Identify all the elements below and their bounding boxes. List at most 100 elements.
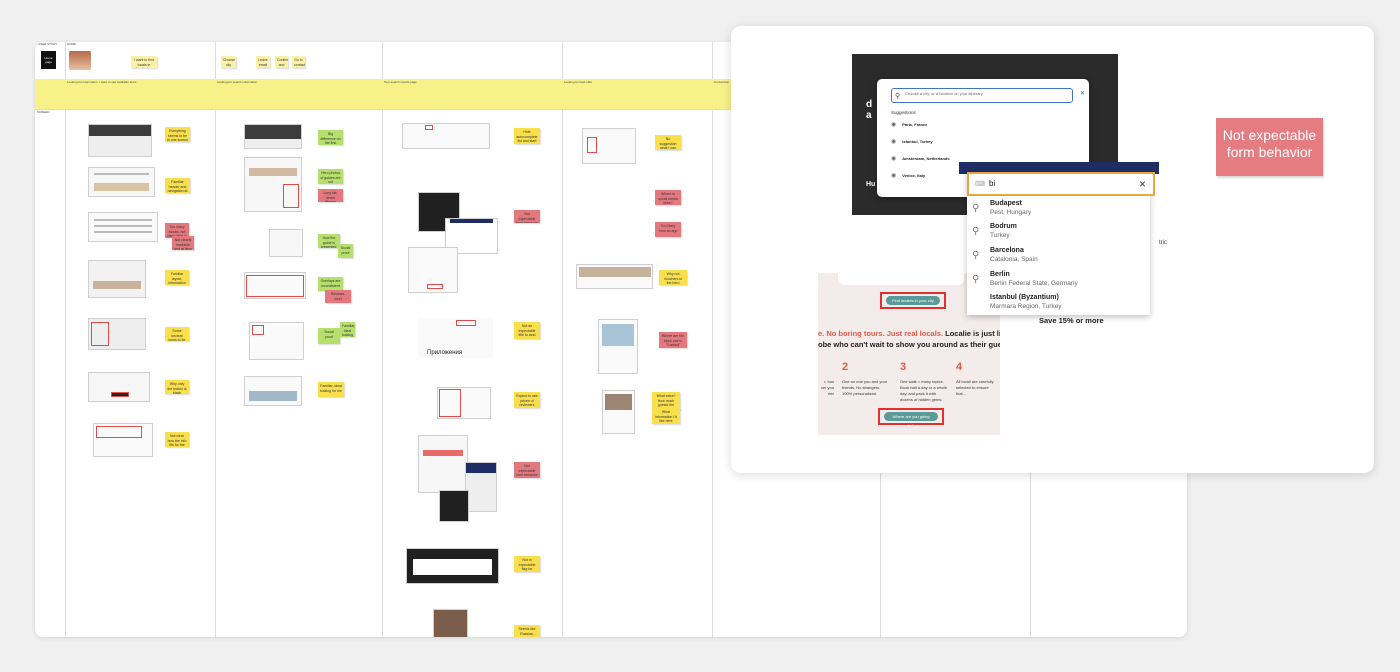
screenshot-thumb xyxy=(88,372,150,402)
sticky-note: Social proof xyxy=(318,328,340,344)
screenshot-thumb xyxy=(88,318,146,350)
sticky-note: Familiar, ideal looking for me xyxy=(340,322,355,337)
suggestion-item[interactable]: ◉ Istanbul, Turkey xyxy=(891,138,1071,150)
tagline: e. No boring tours. Just real locals. Lo… xyxy=(818,329,1000,338)
sticky-note-not-expectable: Not expectable form behavior xyxy=(1216,118,1323,176)
row-label: SCREEN xyxy=(37,110,50,114)
sticky-note: Not expectable form behavior xyxy=(514,210,540,223)
step-description: r, bus ver you rter xyxy=(820,379,834,396)
sticky-note: I want to find locals in Amsterdam xyxy=(131,56,157,68)
column-divider xyxy=(712,42,713,637)
search-icon: ⚲ xyxy=(895,93,901,100)
screenshot-thumb xyxy=(598,319,638,374)
typed-query: bi xyxy=(989,179,996,188)
sticky-note: Why not Vouchers to the hero recommendat… xyxy=(659,270,687,285)
step-number: 3 xyxy=(900,361,907,373)
stage-text: Looking for search information xyxy=(217,80,258,84)
city-search-input[interactable]: ⚲ Choose a city, or a location on your i… xyxy=(891,88,1073,103)
language-label: Приложения xyxy=(427,350,463,356)
stage-text: Looking for information, I want to see a… xyxy=(67,80,137,84)
screenshot-thumb xyxy=(244,157,302,212)
location-pin-icon: ◉ xyxy=(891,122,897,128)
close-icon[interactable]: ✕ xyxy=(1080,90,1085,97)
avatar xyxy=(69,51,91,70)
autocomplete-item[interactable]: ⚲ Berlin Berlin Federal State, Germany xyxy=(972,271,1147,291)
column-divider xyxy=(382,42,383,637)
screenshot-thumb xyxy=(93,423,153,457)
sticky-note: Social proof xyxy=(338,244,353,258)
screenshot-thumb xyxy=(269,229,303,257)
suggestion-item[interactable]: ◉ Paris, France xyxy=(891,121,1071,133)
location-pin-icon: ⚲ xyxy=(972,203,980,214)
location-pin-icon: ⚲ xyxy=(972,274,980,285)
screenshot-thumb xyxy=(576,264,653,289)
column-divider xyxy=(562,42,563,637)
sticky-note: Choose city xyxy=(221,56,236,68)
destination-input[interactable]: ⌨ bi × xyxy=(967,172,1155,196)
header-label: HOME xyxy=(67,42,76,46)
sticky-note: What information I'd like here xyxy=(652,408,680,424)
zoom-panel: d a Hu ⚲ Choose a city, or a location on… xyxy=(731,26,1374,473)
save-offer-text: Save 15% or more xyxy=(1039,316,1104,325)
location-pin-icon: ⚲ xyxy=(972,250,980,261)
sticky-note: Expect to see prices of reviewers xyxy=(514,392,540,408)
sticky-note: Not clearly readable text at hero xyxy=(172,236,194,250)
screenshot-thumb xyxy=(88,212,158,242)
location-pin-icon: ◉ xyxy=(891,173,897,179)
screenshot-thumb xyxy=(249,322,304,360)
clear-icon[interactable]: × xyxy=(1139,177,1146,191)
sticky-note: Not an expectable title to land xyxy=(514,322,540,339)
screenshot-thumb xyxy=(88,124,152,157)
location-pin-icon: ◉ xyxy=(891,139,897,145)
column-divider xyxy=(65,42,66,637)
side-text-fragment: tric xyxy=(1159,240,1167,246)
sticky-note: No suggestion what I can find before xyxy=(655,135,681,150)
screenshot-thumb xyxy=(244,272,306,299)
sticky-note: Hero photos of guides are not consistent xyxy=(318,169,343,184)
sticky-note: Why only the button is black xyxy=(165,380,189,394)
sticky-note: Everything seems to be in one screen xyxy=(165,127,190,142)
sticky-note: Not clear how the info fits for the inte… xyxy=(165,432,189,447)
sticky-note: Leave email xyxy=(256,56,270,68)
screenshot-thumb xyxy=(602,390,635,434)
sticky-note: Confirm and pay xyxy=(275,56,288,68)
sticky-note: Reviews, nice! xyxy=(325,290,351,303)
step-number: 2 xyxy=(842,361,849,373)
autocomplete-item[interactable]: Istanbul (Byzantium) Marmara Region, Turk… xyxy=(972,294,1147,314)
screenshot-thumb xyxy=(465,462,497,512)
sticky-note: Some unclear icons to be selected xyxy=(165,327,189,341)
screenshot-thumb xyxy=(418,435,468,493)
step-description: All locali are carefully selected to ens… xyxy=(956,379,994,396)
find-locales-button[interactable]: Find locales in your city xyxy=(880,292,946,309)
location-pin-icon: ⚲ xyxy=(972,226,980,237)
autocomplete-item[interactable]: ⚲ Barcelona Catalonia, Spain xyxy=(972,247,1147,267)
keyboard-icon: ⌨ xyxy=(975,181,986,188)
step-number: 4 xyxy=(956,361,963,373)
sticky-note: Familiar layout, information is easy to … xyxy=(165,270,189,285)
screenshot-thumb xyxy=(439,490,469,522)
sticky-note: Not to expectable flag for Russian xyxy=(514,556,540,572)
sticky-note: Seems like Russian, wrong! xyxy=(514,625,540,637)
where-going-button[interactable]: Where are you going to? xyxy=(878,408,944,428)
sticky-note: Hide autocomplete list and start with da… xyxy=(514,128,540,144)
screenshot-thumb xyxy=(437,387,491,419)
step-description: One on one you and your friends. No stra… xyxy=(842,379,888,396)
sticky-note: Too likely from an app xyxy=(655,222,681,237)
header-label: USER STORY xyxy=(38,42,58,46)
screenshot-thumb xyxy=(406,548,499,584)
autocomplete-item[interactable]: ⚲ Bodrum Turkey xyxy=(972,223,1147,243)
sticky-note: Where is social media links? xyxy=(655,190,681,205)
sticky-note: Long list, needs filtering xyxy=(318,189,343,202)
autocomplete-item[interactable]: ⚲ Budapest Pest, Hungary xyxy=(972,200,1147,220)
sticky-note: Where are the block use in "Contact" but… xyxy=(659,332,687,348)
sticky-note: Overlays are inconsistent xyxy=(318,277,343,291)
stage-text: Tour search results page xyxy=(384,80,417,84)
screenshot-thumb xyxy=(88,167,155,197)
screenshot-thumb xyxy=(433,609,468,637)
sticky-note: How the guide is presented, that can be … xyxy=(318,234,340,248)
screenshot-thumb xyxy=(88,260,146,298)
suggestions-label: Suggestions xyxy=(891,110,916,115)
sticky-note: Familiar, ideal looking for me xyxy=(318,382,344,397)
logo: Home page xyxy=(41,51,56,69)
screenshot-thumb xyxy=(582,128,636,164)
